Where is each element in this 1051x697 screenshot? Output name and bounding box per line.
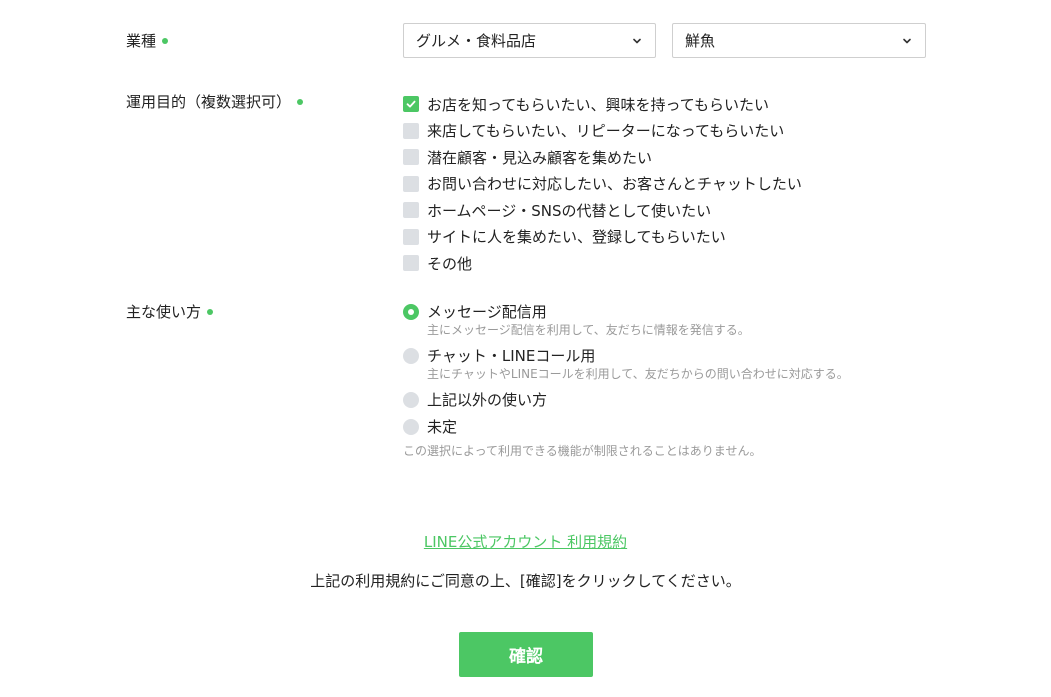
industry-category-value: グルメ・食料品店	[416, 32, 537, 50]
usage-label-row: 主な使い方	[126, 301, 214, 322]
purpose-option[interactable]: お店を知ってもらいたい、興味を持ってもらいたい	[403, 91, 802, 118]
purpose-checkbox-list: お店を知ってもらいたい、興味を持ってもらいたい 来店してもらいたい、リピーターに…	[403, 91, 802, 277]
usage-option[interactable]: メッセージ配信用 主にメッセージ配信を利用して、友だちに情報を発信する。	[403, 300, 849, 344]
checkbox-unchecked[interactable]	[403, 202, 419, 219]
radio-unselected[interactable]	[403, 392, 419, 408]
usage-option-desc: 主にチャットやLINEコールを利用して、友だちからの問い合わせに対応する。	[427, 367, 849, 381]
purpose-label-row: 運用目的（複数選択可）	[126, 91, 304, 112]
purpose-option-label: サイトに人を集めたい、登録してもらいたい	[427, 228, 726, 247]
usage-option[interactable]: 未定	[403, 415, 849, 442]
industry-label-row: 業種	[126, 30, 169, 51]
agree-instruction: 上記の利用規約にご同意の上、[確認]をクリックしてください。	[310, 572, 741, 590]
usage-option[interactable]: 上記以外の使い方	[403, 388, 849, 415]
purpose-option[interactable]: サイトに人を集めたい、登録してもらいたい	[403, 224, 802, 251]
checkbox-unchecked[interactable]	[403, 255, 419, 272]
purpose-option-label: その他	[427, 254, 473, 273]
checkbox-unchecked[interactable]	[403, 122, 419, 139]
checkbox-checked[interactable]	[403, 96, 419, 113]
usage-option[interactable]: チャット・LINEコール用 主にチャットやLINEコールを利用して、友だちからの…	[403, 344, 849, 388]
purpose-option[interactable]: その他	[403, 250, 802, 277]
required-dot-icon	[162, 37, 169, 44]
chevron-down-icon	[631, 35, 643, 47]
purpose-option-label: 潜在顧客・見込み顧客を集めたい	[427, 148, 653, 167]
terms-link[interactable]: LINE公式アカウント 利用規約	[0, 531, 1051, 552]
required-dot-icon	[207, 308, 214, 315]
purpose-option[interactable]: 潜在顧客・見込み顧客を集めたい	[403, 144, 802, 171]
checkbox-unchecked[interactable]	[403, 228, 419, 245]
industry-category-select[interactable]: グルメ・食料品店	[403, 23, 656, 58]
radio-unselected[interactable]	[403, 419, 419, 435]
purpose-option-label: ホームページ・SNSの代替として使いたい	[427, 201, 712, 220]
usage-option-label: 上記以外の使い方	[427, 391, 548, 409]
purpose-option-label: お店を知ってもらいたい、興味を持ってもらいたい	[427, 95, 770, 114]
checkbox-unchecked[interactable]	[403, 175, 419, 192]
usage-option-label: メッセージ配信用	[427, 303, 547, 321]
purpose-label: 運用目的（複数選択可）	[126, 93, 292, 111]
radio-selected[interactable]	[403, 304, 419, 320]
checkbox-unchecked[interactable]	[403, 149, 419, 166]
usage-option-desc: 主にメッセージ配信を利用して、友だちに情報を発信する。	[427, 323, 750, 337]
purpose-option[interactable]: ホームページ・SNSの代替として使いたい	[403, 197, 802, 224]
usage-option-label: 未定	[427, 418, 458, 436]
industry-label: 業種	[126, 32, 157, 50]
usage-radio-list: メッセージ配信用 主にメッセージ配信を利用して、友だちに情報を発信する。 チャッ…	[403, 300, 849, 442]
usage-note: この選択によって利用できる機能が制限されることはありません。	[403, 444, 762, 458]
check-icon	[406, 100, 416, 108]
purpose-option-label: 来店してもらいたい、リピーターになってもらいたい	[427, 122, 785, 141]
purpose-option-label: お問い合わせに対応したい、お客さんとチャットしたい	[427, 175, 802, 194]
chevron-down-icon	[901, 35, 913, 47]
usage-label: 主な使い方	[126, 303, 202, 321]
purpose-option[interactable]: お問い合わせに対応したい、お客さんとチャットしたい	[403, 171, 802, 198]
confirm-button[interactable]: 確認	[459, 632, 593, 677]
purpose-option[interactable]: 来店してもらいたい、リピーターになってもらいたい	[403, 118, 802, 145]
industry-subcategory-select[interactable]: 鮮魚	[672, 23, 926, 58]
industry-subcategory-value: 鮮魚	[685, 32, 716, 50]
required-dot-icon	[297, 98, 304, 105]
usage-option-label: チャット・LINEコール用	[427, 347, 596, 365]
radio-unselected[interactable]	[403, 348, 419, 364]
